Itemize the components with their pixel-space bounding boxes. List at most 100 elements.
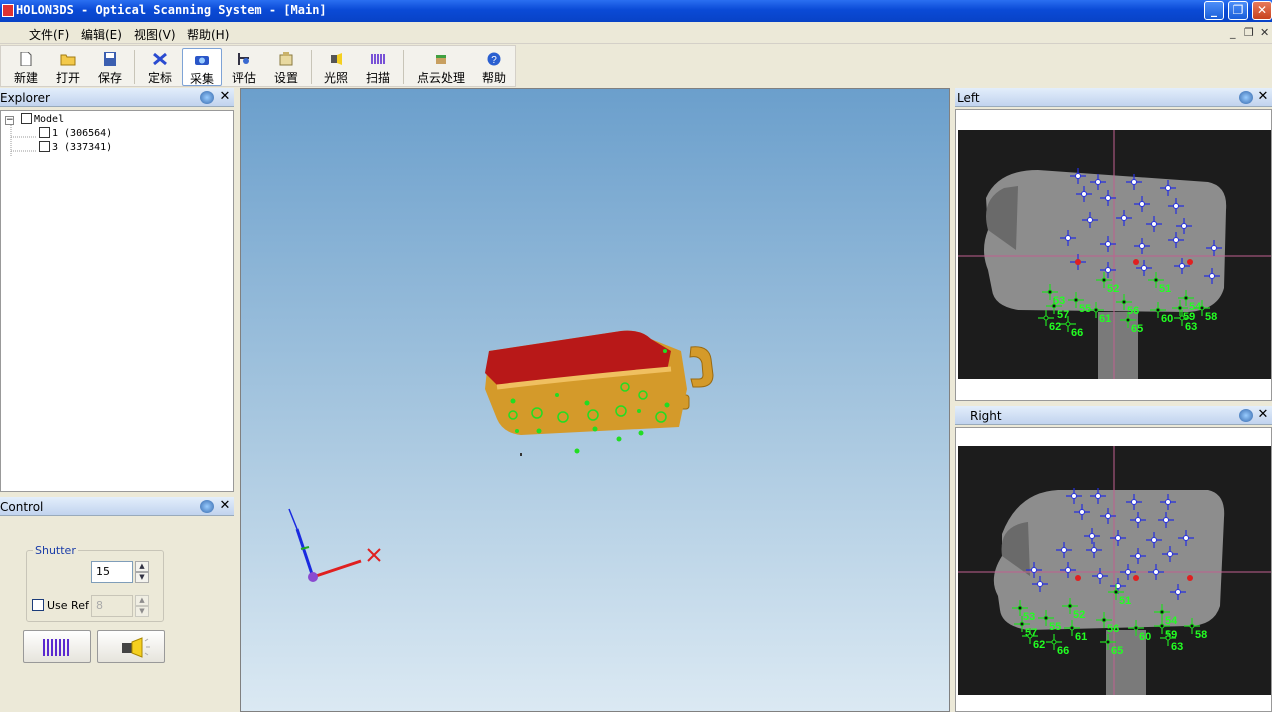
target-id-label: 52 (1107, 283, 1119, 295)
target-id-label: 60 (1161, 313, 1173, 325)
red-reference-marker (1133, 259, 1139, 265)
tree-checkbox[interactable] (21, 113, 32, 124)
pin-icon[interactable] (200, 500, 214, 513)
scan-icon (371, 54, 385, 64)
target-id-label: 66 (1057, 645, 1069, 657)
target-id-label: 52 (1073, 609, 1085, 621)
left-camera-overlay: 515253 5455 5657 5859606162 636566 (958, 130, 1271, 379)
use-ref-input: 8 (91, 595, 133, 617)
red-reference-marker (1187, 259, 1193, 265)
shutter-input[interactable]: 15 (91, 561, 133, 583)
toolbar-separator (403, 50, 404, 84)
control-close-icon[interactable]: ✕ (218, 498, 232, 513)
help-icon: ? (487, 52, 501, 66)
target-id-label: 62 (1049, 321, 1061, 333)
scan-pattern-button[interactable] (23, 630, 91, 663)
toolbar-scan-button[interactable]: 扫描 (359, 48, 397, 86)
axis-gizmo (288, 508, 381, 582)
light-toggle-button[interactable] (97, 630, 165, 663)
close-button[interactable]: ✕ (1252, 1, 1272, 20)
red-reference-marker (1075, 575, 1081, 581)
tree-collapse-icon[interactable]: − (5, 116, 14, 125)
left-camera-header: Left ✕ (955, 88, 1272, 107)
3d-viewport[interactable] (240, 88, 950, 712)
menu-view[interactable]: 视图(V) (134, 26, 176, 43)
mdi-close-button[interactable]: ✕ (1260, 26, 1269, 39)
left-camera-title: Left (957, 91, 980, 105)
toolbar-save-button[interactable]: 保存 (91, 48, 129, 86)
target-id-label: 62 (1033, 639, 1045, 651)
pin-icon[interactable] (1239, 409, 1253, 422)
red-reference-marker (1133, 575, 1139, 581)
toolbar-capture-button[interactable]: 采集 (182, 48, 222, 86)
toolbar-open-button[interactable]: 打开 (49, 48, 87, 86)
minimize-button[interactable]: _ (1204, 1, 1224, 20)
menu-file[interactable]: 文件(F) (29, 26, 69, 43)
app-logo-icon (2, 4, 14, 17)
right-camera-header: Right ✕ (955, 406, 1272, 425)
right-camera-close-icon[interactable]: ✕ (1256, 407, 1270, 422)
tree-connector-lines (10, 125, 37, 157)
mdi-restore-button[interactable]: ❐ (1244, 26, 1254, 39)
target-id-label: 58 (1205, 311, 1217, 323)
explorer-tree: − Model 1 (306564) 3 (337341) (0, 110, 234, 492)
main-toolbar: 新建 打开 保存 定标 采集 评估 设置 光照 扫描 点云处理 ? 帮助 (0, 45, 516, 87)
light-icon (331, 53, 342, 65)
target-id-label: 65 (1131, 323, 1143, 335)
right-camera-image[interactable]: 51 52 53 54 55 56 57 58 59 60 61 62 63 65 66 (958, 446, 1271, 695)
tree-node-scan[interactable]: 3 (337341) (39, 141, 112, 153)
menu-bar: 文件(F) 编辑(E) 视图(V) 帮助(H) _ ❐ ✕ (0, 22, 1272, 44)
shutter-group: Shutter 15 ▲ ▼ Use Ref 8 ▲ ▼ (26, 544, 164, 622)
toolbar-light-button[interactable]: 光照 (317, 48, 355, 86)
pin-icon[interactable] (1239, 91, 1253, 104)
menu-help[interactable]: 帮助(H) (187, 26, 229, 43)
toolbar-calibrate-button[interactable]: 定标 (141, 48, 179, 86)
scanned-canister-model (485, 330, 714, 456)
save-disk-icon (104, 52, 116, 66)
explorer-close-icon[interactable]: ✕ (218, 89, 232, 104)
use-ref-spinner: ▲ ▼ (135, 595, 149, 617)
application-window: HOLON3DS - Optical Scanning System - [Ma… (0, 0, 1272, 712)
calibrate-icon (153, 52, 167, 66)
maximize-button[interactable]: ❐ (1228, 1, 1248, 20)
target-id-label: 60 (1139, 631, 1151, 643)
menu-edit[interactable]: 编辑(E) (81, 26, 122, 43)
new-file-icon (20, 52, 32, 66)
shutter-label: Shutter (33, 544, 78, 557)
toolbar-evaluate-button[interactable]: 评估 (225, 48, 263, 86)
use-ref-label: Use Ref (47, 599, 89, 612)
pin-icon[interactable] (200, 91, 214, 104)
toolbar-point-cloud-button[interactable]: 点云处理 (413, 48, 469, 86)
right-camera-overlay: 515253 5455 5657 5859606162 636566 (958, 446, 1271, 695)
spin-up-icon[interactable]: ▲ (135, 561, 149, 572)
target-id-label: 51 (1119, 595, 1131, 607)
toolbar-settings-button[interactable]: 设置 (267, 48, 305, 86)
title-bar[interactable]: HOLON3DS - Optical Scanning System - [Ma… (0, 0, 1272, 22)
target-id-label: 63 (1171, 641, 1183, 653)
left-camera-image[interactable]: 51 52 53 54 55 56 57 58 59 60 61 62 63 65 66 (958, 130, 1271, 379)
use-ref-checkbox[interactable] (32, 599, 44, 611)
right-camera-title: Right (970, 409, 1002, 423)
mdi-minimize-button[interactable]: _ (1230, 26, 1236, 39)
evaluate-icon (238, 53, 249, 65)
control-panel: Shutter 15 ▲ ▼ Use Ref 8 ▲ ▼ (0, 518, 234, 712)
control-panel-header: Control ✕ (0, 497, 234, 516)
target-id-label: 54 (1165, 615, 1178, 627)
left-camera-close-icon[interactable]: ✕ (1256, 89, 1270, 104)
target-id-label: 51 (1159, 283, 1171, 295)
target-id-label: 63 (1185, 321, 1197, 333)
target-id-label: 56 (1127, 305, 1139, 317)
shutter-spinner[interactable]: ▲ ▼ (135, 561, 149, 583)
spin-down-icon[interactable]: ▼ (135, 572, 149, 583)
toolbar-new-button[interactable]: 新建 (7, 48, 45, 86)
target-id-label: 61 (1099, 313, 1111, 325)
tree-node-scan[interactable]: 1 (306564) (39, 127, 112, 139)
svg-text:?: ? (491, 55, 497, 66)
scan-pattern-icon (43, 639, 69, 656)
spin-down-icon: ▼ (135, 606, 149, 617)
toolbar-separator (311, 50, 312, 84)
toolbar-help-button[interactable]: ? 帮助 (475, 48, 513, 86)
tree-node-model[interactable]: Model (21, 113, 64, 125)
toolbar-separator (134, 50, 135, 84)
right-camera-panel: 51 52 53 54 55 56 57 58 59 60 61 62 63 65 66 (955, 427, 1272, 712)
